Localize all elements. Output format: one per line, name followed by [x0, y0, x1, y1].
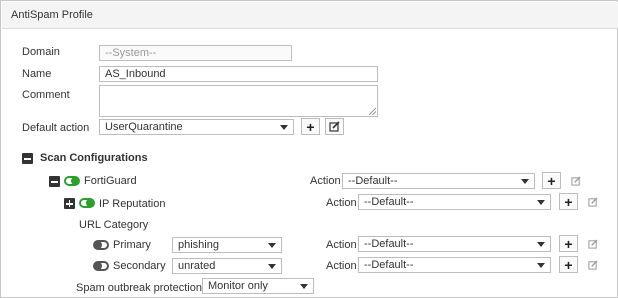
primary-action-select[interactable]: --Default-- — [358, 236, 551, 252]
collapse-fortiguard-icon[interactable] — [49, 176, 60, 187]
ip-reputation-add-button[interactable]: + — [559, 193, 578, 210]
chevron-down-icon — [300, 284, 308, 289]
comment-textarea[interactable] — [99, 85, 378, 117]
default-action-select[interactable]: UserQuarantine — [99, 119, 294, 135]
fortiguard-label: FortiGuard — [84, 175, 137, 187]
antispam-profile-window: AntiSpam Profile Domain --System-- Name … — [0, 0, 618, 298]
plus-icon: + — [564, 256, 573, 273]
ip-reputation-action-label: Action — [326, 197, 357, 209]
secondary-toggle[interactable] — [93, 261, 109, 271]
ip-reputation-edit-button[interactable] — [588, 197, 598, 210]
fortiguard-edit-button[interactable] — [571, 176, 581, 189]
domain-label: Domain — [22, 46, 60, 58]
secondary-label: Secondary — [113, 260, 166, 272]
default-action-edit-button[interactable] — [325, 118, 344, 135]
edit-icon — [329, 121, 340, 132]
chevron-down-icon — [537, 200, 545, 205]
plus-icon: + — [547, 172, 556, 189]
fortiguard-toggle[interactable] — [64, 176, 80, 186]
primary-label: Primary — [113, 239, 151, 251]
primary-category-select[interactable]: phishing — [172, 237, 282, 253]
name-field[interactable]: AS_Inbound — [99, 66, 378, 82]
domain-field: --System-- — [99, 45, 292, 61]
edit-icon — [588, 239, 598, 249]
secondary-edit-button[interactable] — [588, 260, 598, 273]
spam-outbreak-select[interactable]: Monitor only — [202, 278, 314, 294]
fortiguard-add-button[interactable]: + — [542, 172, 561, 189]
title-bar: AntiSpam Profile — [2, 2, 618, 29]
plus-icon: + — [306, 118, 315, 135]
chevron-down-icon — [521, 179, 529, 184]
chevron-down-icon — [268, 264, 276, 269]
secondary-action-label: Action — [326, 260, 357, 272]
spam-outbreak-value: Monitor only — [208, 280, 268, 292]
chevron-down-icon — [280, 125, 288, 130]
edit-icon — [588, 197, 598, 207]
url-category-heading: URL Category — [79, 219, 149, 231]
primary-action-label: Action — [326, 239, 357, 251]
default-action-label: Default action — [22, 122, 90, 134]
collapse-scan-configurations-icon[interactable] — [22, 153, 33, 164]
fortiguard-action-select[interactable]: --Default-- — [342, 173, 535, 189]
chevron-down-icon — [537, 263, 545, 268]
window-title: AntiSpam Profile — [11, 9, 93, 21]
secondary-category-select[interactable]: unrated — [172, 258, 282, 274]
expand-ip-reputation-icon[interactable] — [64, 198, 75, 209]
chevron-down-icon — [268, 243, 276, 248]
secondary-add-button[interactable]: + — [559, 256, 578, 273]
secondary-action-value: --Default-- — [364, 259, 414, 271]
edit-icon — [588, 260, 598, 270]
fortiguard-action-label: Action — [310, 175, 341, 187]
secondary-category-value: unrated — [178, 260, 216, 272]
default-action-add-button[interactable]: + — [301, 118, 320, 135]
fortiguard-action-value: --Default-- — [348, 175, 398, 187]
resize-grip-icon[interactable] — [369, 108, 376, 115]
ip-reputation-action-select[interactable]: --Default-- — [358, 194, 551, 210]
primary-edit-button[interactable] — [588, 239, 598, 252]
edit-icon — [571, 176, 581, 186]
plus-icon: + — [564, 193, 573, 210]
primary-add-button[interactable]: + — [559, 235, 578, 252]
ip-reputation-toggle[interactable] — [79, 198, 95, 208]
secondary-action-select[interactable]: --Default-- — [358, 257, 551, 273]
ip-reputation-action-value: --Default-- — [364, 196, 414, 208]
default-action-value: UserQuarantine — [105, 121, 183, 133]
primary-action-value: --Default-- — [364, 238, 414, 250]
comment-label: Comment — [22, 89, 70, 101]
primary-category-value: phishing — [178, 239, 219, 251]
chevron-down-icon — [537, 242, 545, 247]
spam-outbreak-label: Spam outbreak protection — [76, 282, 202, 294]
primary-toggle[interactable] — [93, 240, 109, 250]
name-label: Name — [22, 68, 52, 80]
scan-configurations-heading: Scan Configurations — [40, 152, 148, 164]
plus-icon: + — [564, 235, 573, 252]
ip-reputation-label: IP Reputation — [99, 198, 166, 210]
